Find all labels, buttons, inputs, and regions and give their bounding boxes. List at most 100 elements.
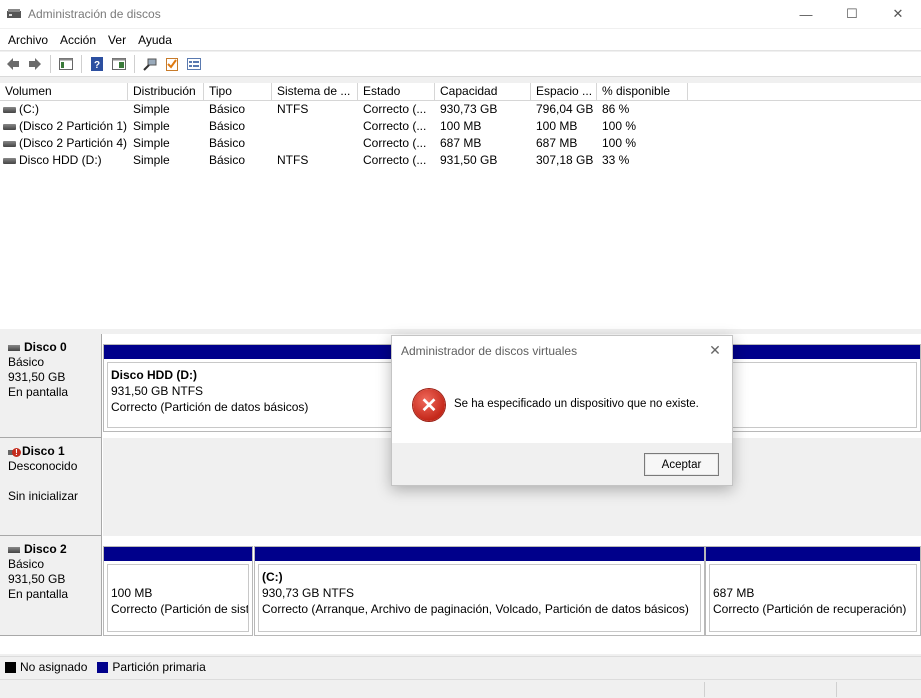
toolbar: ?: [0, 52, 921, 77]
volume-filesystem: NTFS: [277, 102, 309, 116]
toolbar-separator: [50, 55, 51, 73]
column-header-capacidad[interactable]: Capacidad: [435, 83, 531, 101]
disk-name: Disco 1: [22, 444, 65, 458]
volume-type: Básico: [209, 102, 246, 116]
volume-name-cell: (Disco 2 Partición 4): [0, 135, 128, 152]
volume-row[interactable]: (Disco 2 Partición 1) Simple Básico Corr…: [0, 118, 921, 135]
disk-status: Sin inicializar: [8, 489, 79, 503]
dialog-close-button[interactable]: ✕: [706, 341, 724, 359]
error-icon: ✕: [413, 389, 445, 421]
volume-name: (Disco 2 Partición 4): [19, 136, 128, 150]
disk-icon: [8, 344, 20, 351]
disk-size: 931,50 GB: [8, 370, 66, 384]
console-tree-icon[interactable]: [55, 53, 77, 75]
column-header-espacio-disponible[interactable]: Espacio ...: [531, 83, 597, 101]
primary-partition-bar: [706, 547, 920, 561]
menu-archivo[interactable]: Archivo: [2, 29, 54, 51]
volume-capacity: 687 MB: [440, 136, 482, 150]
status-bar: [0, 679, 921, 698]
disk-name: Disco 2: [24, 542, 67, 556]
column-header-sistema-archivos[interactable]: Sistema de ...: [272, 83, 358, 101]
help-icon[interactable]: ?: [86, 53, 108, 75]
partition-title: [111, 569, 248, 585]
volume-percent-free: 33 %: [602, 153, 630, 167]
disk-label-1[interactable]: ! Disco 1 Desconocido Sin inicializar: [0, 438, 102, 536]
menu-bar: Archivo Acción Ver Ayuda: [0, 29, 921, 51]
disk-2-partitions: 100 MB Correcto (Partición de sist (C:) …: [103, 546, 921, 636]
menu-accion[interactable]: Acción: [54, 29, 102, 51]
disk-type: Desconocido: [8, 459, 78, 473]
volume-type: Básico: [209, 153, 246, 167]
column-header-volumen[interactable]: Volumen: [0, 83, 128, 101]
volume-name-cell: Disco HDD (D:): [0, 152, 128, 169]
volume-name: (Disco 2 Partición 1): [19, 119, 128, 133]
partition-size: 100 MB: [111, 586, 153, 600]
volume-percent-free: 86 %: [602, 102, 630, 116]
partition-body: (C:) 930,73 GB NTFS Correcto (Arranque, …: [258, 564, 701, 632]
volume-filesystem: NTFS: [277, 153, 309, 167]
volume-status: Correcto (...: [363, 102, 427, 116]
disk-label-2[interactable]: Disco 2 Básico 931,50 GB En pantalla: [0, 536, 102, 636]
error-dialog: Administrador de discos virtuales ✕ ✕ Se…: [391, 335, 733, 486]
volume-layout: Simple: [133, 153, 170, 167]
legend-unallocated: No asignado: [20, 660, 88, 674]
volume-icon: [3, 140, 16, 147]
svg-text:?: ?: [94, 60, 100, 71]
volume-free-space: 796,04 GB: [536, 102, 594, 116]
volume-row[interactable]: (Disco 2 Partición 4) Simple Básico Corr…: [0, 135, 921, 152]
maximize-button[interactable]: ☐: [829, 0, 875, 28]
close-window-button[interactable]: ✕: [875, 0, 921, 28]
partition-size: 687 MB: [713, 586, 755, 600]
volume-row[interactable]: Disco HDD (D:) Simple Básico NTFS Correc…: [0, 152, 921, 169]
partition-c[interactable]: (C:) 930,73 GB NTFS Correcto (Arranque, …: [254, 546, 705, 636]
volume-type: Básico: [209, 119, 246, 133]
back-arrow-icon[interactable]: [2, 53, 24, 75]
status-divider: [704, 682, 705, 697]
disk-offline-icon: !: [8, 447, 21, 457]
menu-ayuda[interactable]: Ayuda: [132, 29, 178, 51]
volume-free-space: 307,18 GB: [536, 153, 594, 167]
connect-icon[interactable]: [139, 53, 161, 75]
disk-name: Disco 0: [24, 340, 67, 354]
volume-layout: Simple: [133, 102, 170, 116]
volume-status: Correcto (...: [363, 153, 427, 167]
column-header-tipo[interactable]: Tipo: [204, 83, 272, 101]
column-header-distribucion[interactable]: Distribución: [128, 83, 204, 101]
volume-icon: [3, 157, 16, 164]
ok-button[interactable]: Aceptar: [644, 453, 719, 476]
column-header-estado[interactable]: Estado: [358, 83, 435, 101]
view-icon[interactable]: [183, 53, 205, 75]
menu-ver[interactable]: Ver: [102, 29, 132, 51]
disk-icon: [8, 546, 20, 553]
forward-arrow-icon[interactable]: [24, 53, 46, 75]
disk-status: En pantalla: [8, 587, 69, 601]
volume-status: Correcto (...: [363, 136, 427, 150]
volume-name: (C:): [19, 102, 39, 116]
properties-icon[interactable]: [108, 53, 130, 75]
legend-primary-partition: Partición primaria: [112, 660, 206, 674]
disk-label-0[interactable]: Disco 0 Básico 931,50 GB En pantalla: [0, 334, 102, 438]
unallocated-swatch: [5, 661, 16, 673]
partition-body: 687 MB Correcto (Partición de recuperaci…: [709, 564, 917, 632]
dialog-message: Se ha especificado un dispositivo que no…: [454, 398, 699, 410]
volume-icon: [3, 106, 16, 113]
partition-title: (C:): [262, 570, 283, 584]
volume-status: Correcto (...: [363, 119, 427, 133]
partition-recovery[interactable]: 687 MB Correcto (Partición de recuperaci…: [705, 546, 921, 636]
volume-free-space: 687 MB: [536, 136, 578, 150]
dialog-body: ✕ Se ha especificado un dispositivo que …: [392, 365, 732, 443]
column-header-porcentaje-disponible[interactable]: % disponible: [597, 83, 688, 101]
partition-body: 100 MB Correcto (Partición de sist: [107, 564, 249, 632]
volume-row[interactable]: (C:) Simple Básico NTFS Correcto (... 93…: [0, 101, 921, 118]
partition-system[interactable]: 100 MB Correcto (Partición de sist: [103, 546, 253, 636]
volume-name-cell: (C:): [0, 101, 128, 118]
primary-partition-bar: [255, 547, 704, 561]
toolbar-separator: [134, 55, 135, 73]
checklist-icon[interactable]: [161, 53, 183, 75]
partition-title: [713, 569, 916, 585]
window-title: Administración de discos: [28, 7, 161, 21]
volume-percent-free: 100 %: [602, 119, 637, 133]
volume-list-header: Volumen Distribución Tipo Sistema de ...…: [0, 83, 921, 101]
minimize-button[interactable]: —: [783, 0, 829, 28]
volume-percent-free: 100 %: [602, 136, 637, 150]
